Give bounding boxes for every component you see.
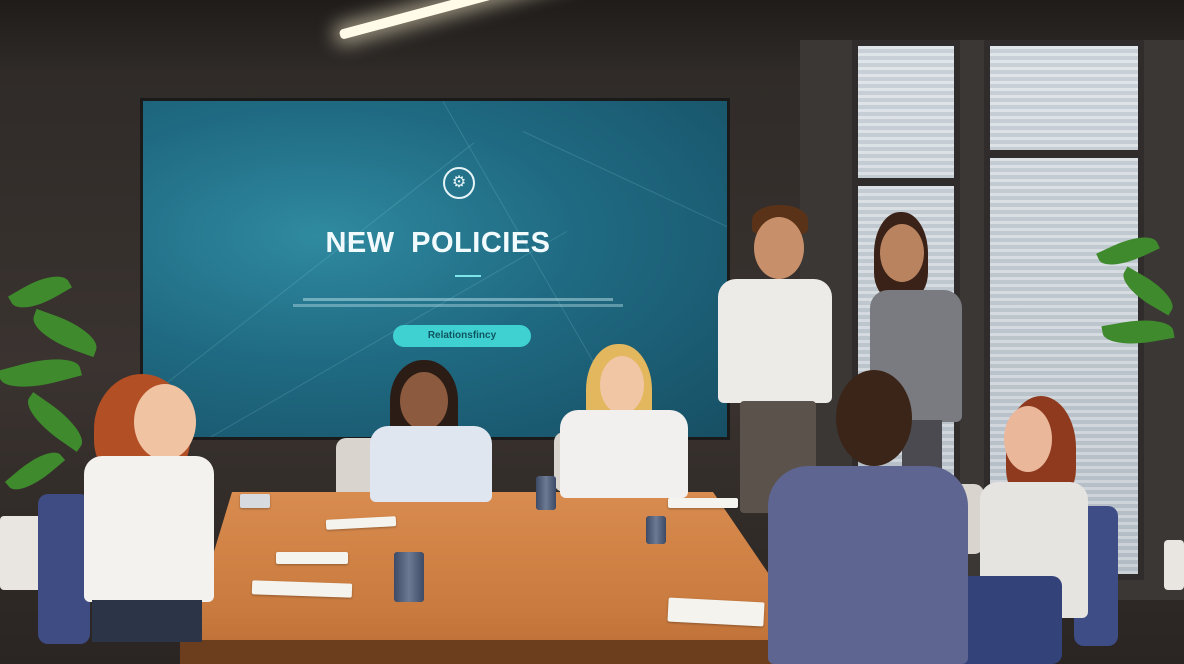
screen-cta-button: Relationsfincy <box>393 325 531 347</box>
blouse <box>560 410 688 498</box>
plant-pot <box>1164 540 1184 590</box>
shirt <box>768 466 968 664</box>
leaf <box>1101 314 1175 350</box>
leaf <box>4 443 66 499</box>
leaf <box>0 350 83 396</box>
screen-title: NEW POLICIES <box>325 227 551 259</box>
head <box>754 217 804 279</box>
paper <box>667 597 765 627</box>
head <box>880 224 924 282</box>
leaf <box>19 392 91 452</box>
leaf <box>1116 266 1180 316</box>
screen-text-line <box>293 304 623 307</box>
leaf <box>27 308 103 358</box>
screen-text-line <box>303 298 613 301</box>
window-mullion <box>858 178 954 186</box>
head <box>836 370 912 466</box>
screen-body-text <box>293 295 623 310</box>
head <box>600 356 644 414</box>
head <box>400 372 448 430</box>
meeting-room-scene: ⚙ NEW POLICIES Relationsfincy <box>0 0 1184 664</box>
screen-title-underline <box>455 275 481 277</box>
head <box>134 384 196 460</box>
blouse <box>84 456 214 602</box>
blouse <box>370 426 492 502</box>
cup <box>536 476 556 510</box>
seated-woman-left <box>84 372 294 642</box>
seated-man-foreground <box>756 370 972 664</box>
window-mullion <box>990 150 1138 158</box>
head <box>1004 406 1052 472</box>
cup <box>394 552 424 602</box>
seated-girl-dark-hair <box>370 360 494 504</box>
table-edge <box>180 640 830 664</box>
chair <box>38 494 90 644</box>
trousers <box>92 600 202 642</box>
cup <box>646 516 666 544</box>
seated-blonde-woman <box>560 344 690 500</box>
gear-head-logo-icon: ⚙ <box>443 167 475 199</box>
